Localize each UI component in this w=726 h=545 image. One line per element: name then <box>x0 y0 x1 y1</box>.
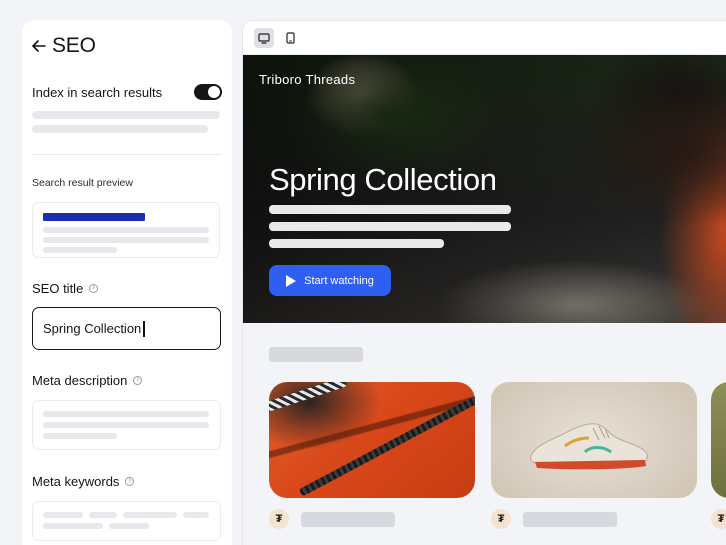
mobile-view-button[interactable] <box>280 28 300 48</box>
meta-description-label-text: Meta description <box>32 373 128 388</box>
index-setting-row: Index in search results <box>32 84 222 100</box>
card-meta: ₮ <box>269 509 395 529</box>
preview-toolbar <box>243 21 726 55</box>
placeholder-line <box>43 433 117 439</box>
brand-avatar: ₮ <box>711 509 726 529</box>
site-preview-frame: Triboro Threads Spring Collection Start … <box>242 20 726 545</box>
hero-banner: Triboro Threads Spring Collection Start … <box>243 55 726 323</box>
seo-panel: SEO Index in search results Search resul… <box>22 20 232 545</box>
placeholder-line <box>43 411 209 417</box>
hero-title: Spring Collection <box>269 162 497 197</box>
brand-logo[interactable]: Triboro Threads <box>259 72 355 87</box>
placeholder-line <box>43 512 83 518</box>
meta-keywords-label-text: Meta keywords <box>32 474 120 489</box>
start-watching-button[interactable]: Start watching <box>269 265 391 296</box>
arrow-left-icon[interactable] <box>32 39 46 53</box>
page-title: SEO <box>52 34 96 57</box>
placeholder-line <box>269 239 444 248</box>
placeholder-line <box>43 523 103 529</box>
card-meta: ₮ <box>711 509 726 529</box>
placeholder-line <box>32 125 208 133</box>
seo-title-input[interactable]: Spring Collection <box>32 307 221 350</box>
card-title-placeholder <box>301 511 395 527</box>
smartphone-icon <box>285 32 295 44</box>
play-icon <box>286 274 297 287</box>
meta-keywords-field[interactable] <box>32 501 221 541</box>
placeholder-line <box>43 422 209 428</box>
info-icon[interactable]: i <box>125 477 135 486</box>
index-label: Index in search results <box>32 84 163 100</box>
meta-description-label: Meta description i <box>32 373 143 388</box>
brand-avatar: ₮ <box>269 509 289 529</box>
seo-title-value: Spring Collection <box>43 321 142 336</box>
index-toggle[interactable] <box>194 84 222 100</box>
panel-header: SEO <box>32 34 96 58</box>
placeholder-line <box>32 111 220 119</box>
product-card-image[interactable] <box>269 382 475 498</box>
placeholder-line <box>123 512 177 518</box>
brand-avatar: ₮ <box>491 509 511 529</box>
meta-keywords-label: Meta keywords i <box>32 474 135 489</box>
product-card-image[interactable] <box>491 382 697 498</box>
info-icon[interactable]: i <box>133 376 143 385</box>
placeholder-line <box>43 247 117 253</box>
start-watching-label: Start watching <box>304 274 374 287</box>
section-heading-placeholder <box>269 347 363 362</box>
placeholder-line <box>43 227 209 233</box>
placeholder-line <box>269 222 511 231</box>
toggle-knob <box>208 86 220 98</box>
divider <box>32 154 222 155</box>
card-meta: ₮ <box>491 509 617 529</box>
placeholder-line <box>269 205 511 214</box>
monitor-icon <box>258 32 270 44</box>
meta-description-field[interactable] <box>32 400 221 450</box>
seo-title-label-text: SEO title <box>32 281 84 296</box>
placeholder-line <box>109 523 149 529</box>
cord-detail <box>269 382 349 414</box>
card-title-placeholder <box>523 511 617 527</box>
placeholder-line <box>183 512 209 518</box>
desktop-view-button[interactable] <box>254 28 274 48</box>
placeholder-line <box>43 237 209 243</box>
preview-link-bar <box>43 213 145 221</box>
placeholder-line <box>89 512 117 518</box>
product-card-image[interactable] <box>711 382 726 498</box>
info-icon[interactable]: i <box>89 284 99 293</box>
zipper-detail <box>298 395 475 497</box>
sneaker-image <box>530 423 648 470</box>
search-result-preview <box>32 202 220 258</box>
preview-label: Search result preview <box>32 177 133 189</box>
seo-title-label: SEO title i <box>32 281 99 296</box>
text-caret <box>143 320 145 337</box>
